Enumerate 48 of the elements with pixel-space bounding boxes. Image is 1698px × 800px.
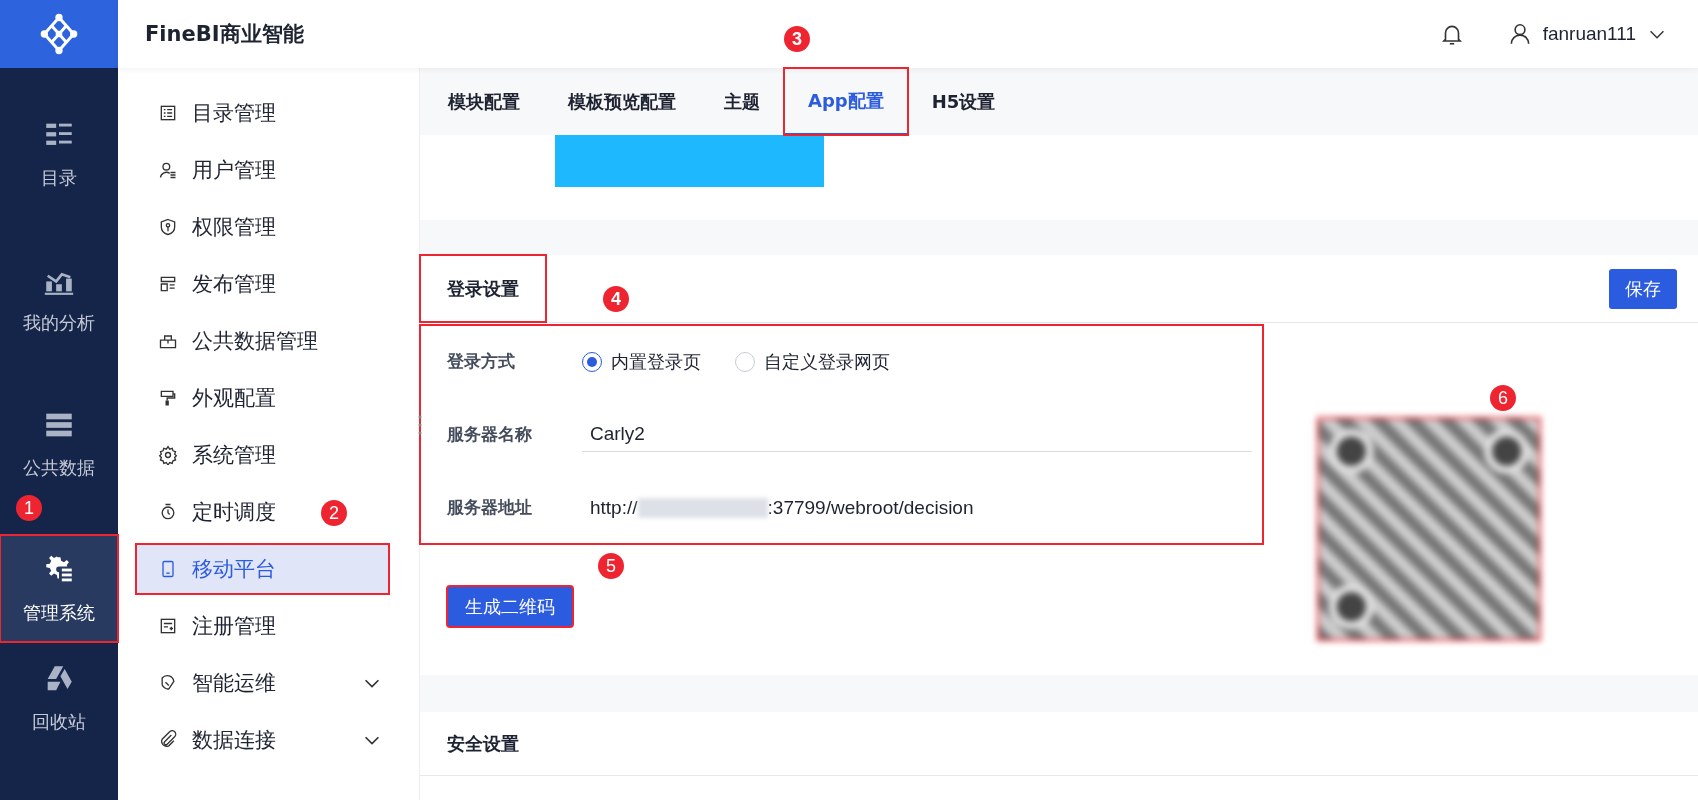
radio-label: 自定义登录网页 — [764, 349, 890, 374]
server-address-field[interactable]: http:// :37799/webroot/decision — [582, 490, 1252, 525]
sidebar-menu-item[interactable]: 智能运维 — [136, 658, 389, 708]
radio-label: 内置登录页 — [611, 349, 701, 374]
server-name-field[interactable]: Carly2 — [582, 417, 1252, 452]
sidebar-menu-item[interactable]: 外观配置 — [136, 373, 389, 423]
field-label: 服务器名称 — [447, 423, 533, 446]
sidebar-menu-item[interactable]: 定时调度 2 — [136, 487, 389, 537]
field-label: 服务器地址 — [447, 496, 533, 519]
sidebar-menu-item[interactable]: 目录管理 — [136, 88, 389, 138]
sidebar-menu-item[interactable]: 移动平台 — [136, 544, 389, 594]
tab[interactable]: 模块配置 — [448, 68, 544, 135]
tab[interactable]: 模板预览配置 — [544, 68, 700, 135]
field-label: 登录方式 — [447, 350, 516, 373]
user-icon — [158, 160, 178, 180]
sidebar-menu-item[interactable]: 发布管理 — [136, 259, 389, 309]
sidebar-menu-item[interactable]: 注册管理 — [136, 601, 389, 651]
generate-qr-button[interactable]: 生成二维码 — [447, 586, 573, 627]
section-title: 安全设置 — [420, 712, 1698, 776]
paperclip-icon — [158, 730, 178, 750]
layout-icon — [158, 274, 178, 294]
annotation-number-badge: 1 — [16, 495, 42, 521]
sidebar-menu-item[interactable]: 权限管理 — [136, 202, 389, 252]
rail-nav-item[interactable]: 回收站 — [0, 648, 118, 748]
rail-nav-item[interactable]: 我的分析 — [0, 245, 118, 352]
radio-option[interactable]: 自定义登录网页 — [735, 349, 890, 374]
sidebar-menu-item[interactable]: 系统管理 — [136, 430, 389, 480]
shield-icon — [158, 217, 178, 237]
user-menu[interactable]: fanruan111 — [1506, 21, 1668, 47]
annotation-number-badge: 2 — [321, 500, 347, 526]
save-button[interactable]: 保存 — [1609, 268, 1677, 309]
radio-option[interactable]: 内置登录页 — [582, 349, 701, 374]
tab[interactable]: H5设置 — [907, 68, 1020, 135]
annotation-number-badge: 6 — [1490, 385, 1516, 411]
gear-icon — [158, 445, 178, 465]
annotation-number-badge: 4 — [603, 286, 629, 312]
annotation-number-badge: 5 — [598, 553, 624, 579]
sidebar-menu-item[interactable]: 用户管理 — [136, 145, 389, 195]
sidebar-menu-item[interactable]: 公共数据管理 — [136, 316, 389, 366]
form-icon — [158, 616, 178, 636]
sidebar-menu-item[interactable]: 数据连接 — [136, 715, 389, 765]
paint-roller-icon — [158, 388, 178, 408]
drag-handle-icon — [418, 415, 422, 435]
rail-nav-item[interactable]: 公共数据 — [0, 390, 118, 497]
list-icon — [158, 103, 178, 123]
app-title: FineBI商业智能 — [145, 21, 304, 48]
tab[interactable]: 主题 — [700, 68, 784, 135]
rail-nav-item[interactable]: 目录 — [0, 100, 118, 207]
